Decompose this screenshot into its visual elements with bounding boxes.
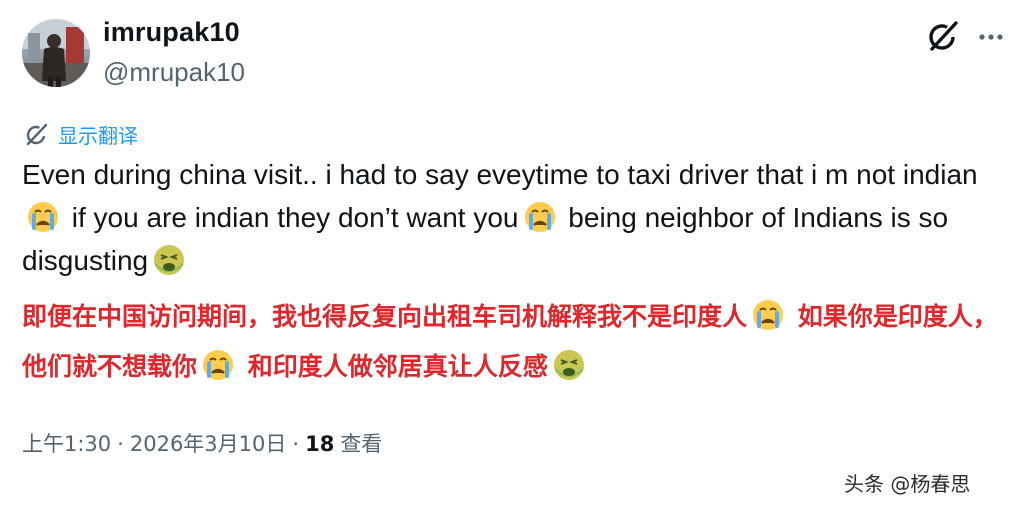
avatar[interactable] xyxy=(22,19,90,87)
nauseated-face-emoji xyxy=(154,245,185,275)
meta-separator: · xyxy=(292,432,300,456)
crying-face-emoji xyxy=(524,202,555,232)
more-horizontal-icon[interactable] xyxy=(974,22,1008,52)
translated-text-part3: 和印度人做邻居真让人反感 xyxy=(239,352,548,381)
user-handle[interactable]: @mrupak10 xyxy=(103,57,245,88)
show-translation-button[interactable]: 显示翻译 xyxy=(24,121,138,148)
tweet-meta: 上午1:30 · 2026年3月10日 · 18 查看 xyxy=(22,428,382,458)
display-name[interactable]: imrupak10 xyxy=(103,17,240,48)
show-translation-label: 显示翻译 xyxy=(58,123,138,148)
views-count: 18 xyxy=(305,432,335,456)
crying-face-emoji xyxy=(28,202,58,232)
tweet-date[interactable]: 2026年3月10日 xyxy=(130,432,287,456)
grok-translate-icon xyxy=(26,123,48,146)
views-label: 查看 xyxy=(340,432,383,456)
tweet-time[interactable]: 上午1:30 xyxy=(22,432,111,456)
grok-icon[interactable] xyxy=(926,19,960,53)
meta-separator: · xyxy=(117,432,124,456)
translated-text: 即便在中国访问期间，我也得反复向出租车司机解释我不是印度人 如果你是印度人，他们… xyxy=(22,292,1012,392)
translated-text-part1: 即便在中国访问期间，我也得反复向出租车司机解释我不是印度人 xyxy=(22,302,748,331)
tweet-text-part1: Even during china visit.. i had to say e… xyxy=(22,159,978,190)
tweet-text-part2: if you are indian they don’t want you xyxy=(64,202,519,233)
nauseated-face-emoji xyxy=(553,350,584,380)
crying-face-emoji xyxy=(753,300,784,330)
crying-face-emoji xyxy=(203,350,234,380)
tweet-text: Even during china visit.. i had to say e… xyxy=(22,153,1012,282)
watermark: 头条 @杨春思 xyxy=(844,472,971,496)
